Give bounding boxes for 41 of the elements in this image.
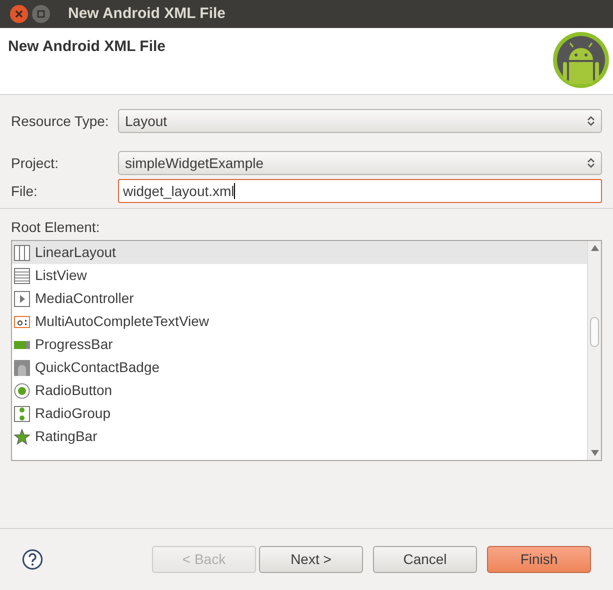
scroll-down-icon (591, 450, 599, 456)
star-icon (14, 428, 30, 444)
field-label: Project: (11, 154, 60, 173)
help-icon[interactable] (22, 549, 43, 570)
dialog-button[interactable]: Finish (487, 546, 591, 573)
list-item[interactable]: MultiAutoCompleteTextView (12, 310, 587, 333)
close-button[interactable] (10, 5, 28, 23)
field-label: File: (11, 182, 38, 200)
list-item[interactable]: QuickContactBadge (12, 356, 587, 379)
maximize-button[interactable] (32, 5, 50, 23)
close-icon (15, 10, 23, 18)
radio-icon (14, 382, 30, 398)
dropdown[interactable]: Layout (118, 109, 602, 133)
list-item[interactable]: RadioGroup (12, 402, 587, 425)
field-label: Resource Type: (11, 112, 110, 131)
list-item[interactable]: LinearLayout (12, 241, 587, 264)
list-item[interactable]: MediaController (12, 287, 587, 310)
dropdown[interactable]: simpleWidgetExample (118, 151, 602, 175)
list-item[interactable]: ListView (12, 264, 587, 287)
root-element-label: Root Element: (11, 218, 101, 237)
spinner-arrows-icon (587, 115, 595, 127)
play-icon (14, 290, 30, 306)
page-title: New Android XML File (8, 37, 166, 56)
text-field-icon (14, 314, 30, 330)
file-name-field[interactable]: widget_layout.xml (118, 179, 602, 203)
android-logo-icon (552, 31, 610, 89)
dialog-button[interactable]: Cancel (373, 546, 477, 573)
list-icon (14, 268, 30, 284)
scrollbar-thumb[interactable] (590, 317, 599, 347)
dialog-button[interactable]: Next > (259, 546, 363, 573)
radio-group-icon (14, 406, 30, 422)
columns-icon (14, 244, 30, 260)
maximize-icon (37, 10, 45, 18)
scroll-up-icon (590, 245, 598, 251)
scrollbar[interactable] (587, 241, 601, 460)
spinner-arrows-icon (587, 157, 595, 169)
list-item[interactable]: RatingBar (12, 425, 587, 448)
window-title: New Android XML File (68, 4, 226, 24)
list-item[interactable]: ProgressBar (12, 333, 587, 356)
badge-icon (14, 360, 30, 376)
list-item[interactable]: RadioButton (12, 379, 587, 402)
